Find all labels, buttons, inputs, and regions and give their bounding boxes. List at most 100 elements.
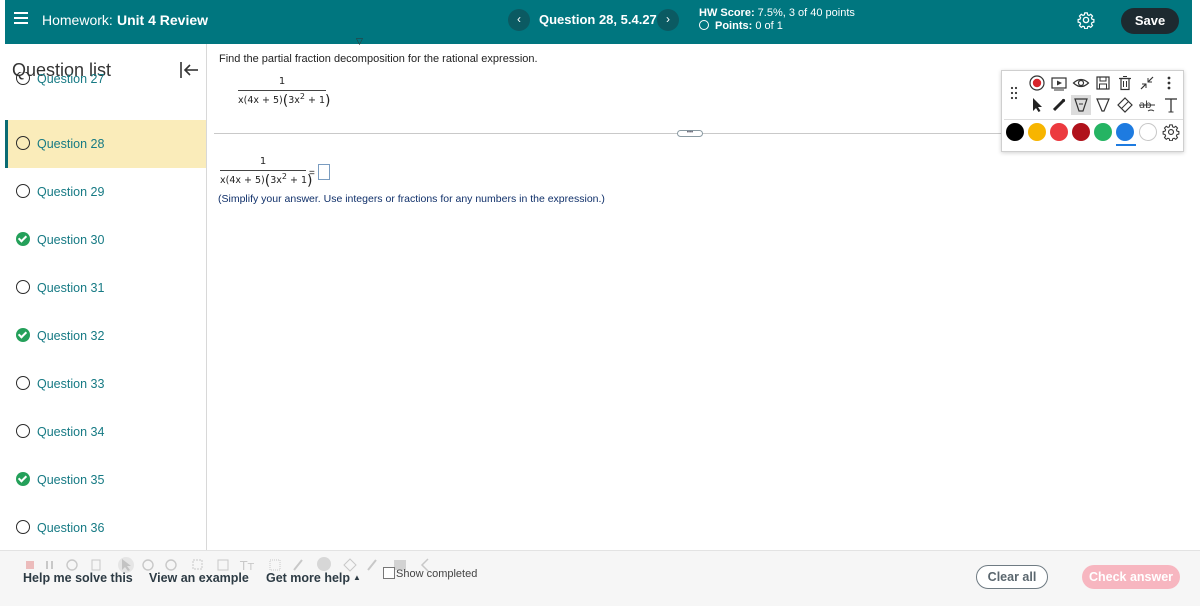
points-value: 0 of 1 <box>752 20 783 32</box>
question-label: Question 36 <box>37 521 105 535</box>
question-title[interactable]: Question 28, 5.4.27 <box>539 12 657 27</box>
play-video-icon[interactable] <box>1050 74 1068 92</box>
homework-title[interactable]: Unit 4 Review <box>117 12 208 28</box>
clear-all-button[interactable]: Clear all <box>976 565 1048 589</box>
incomplete-circle-icon <box>16 184 30 198</box>
question-label: Question 32 <box>37 329 105 343</box>
caret-up-icon: ▲ <box>353 573 361 582</box>
save-button[interactable]: Save <box>1121 8 1179 34</box>
hw-score: HW Score: 7.5%, 3 of 40 points <box>699 7 855 19</box>
color-swatch-blue[interactable] <box>1116 123 1134 141</box>
hamburger-menu-icon[interactable] <box>14 12 28 28</box>
hw-score-value: 7.5%, 3 of 40 points <box>754 7 855 19</box>
marker-icon[interactable] <box>1050 96 1068 114</box>
completed-check-icon <box>16 232 30 246</box>
color-swatch-green[interactable] <box>1094 123 1112 141</box>
show-completed-label: Show completed <box>396 568 478 580</box>
denominator-constant: + 1 <box>304 95 326 107</box>
question-label: Question 30 <box>37 233 105 247</box>
question-prompt: Find the partial fraction decomposition … <box>219 53 538 65</box>
show-completed-checkbox[interactable] <box>383 567 395 579</box>
completed-check-icon <box>16 472 30 486</box>
question-label: Question 31 <box>37 281 105 295</box>
color-swatch-dark-red[interactable] <box>1072 123 1090 141</box>
answer-hint: (Simplify your answer. Use integers or f… <box>218 193 605 205</box>
divider-drag-handle[interactable]: ••• <box>677 130 703 137</box>
drag-grip-icon[interactable] <box>1010 86 1018 100</box>
question-item-35[interactable]: Question 35 <box>5 456 206 504</box>
pane-divider <box>214 133 1004 134</box>
trash-icon[interactable] <box>1116 74 1134 92</box>
equals-sign: = <box>309 168 315 179</box>
right-paren: ) <box>325 93 331 110</box>
resize-arrow-icon[interactable]: ▽ <box>356 36 363 47</box>
question-item-28[interactable]: Question 28 <box>5 120 206 168</box>
help-me-solve-button[interactable]: Help me solve this <box>23 571 133 585</box>
denominator-quadratic-term: 3x <box>288 95 300 107</box>
eraser-icon[interactable] <box>1116 96 1134 114</box>
question-item-31[interactable]: Question 31 <box>5 264 206 312</box>
completed-check-icon <box>16 328 30 342</box>
question-item-34[interactable]: Question 34 <box>5 408 206 456</box>
incomplete-circle-icon <box>16 424 30 438</box>
answer-input[interactable] <box>318 164 330 180</box>
question-item-27[interactable]: Question 27 <box>5 72 206 102</box>
points-label: Points: <box>715 20 753 32</box>
top-bar: Homework: Unit 4 Review ‹ Question 28, 5… <box>5 0 1192 44</box>
collapse-arrows-icon[interactable] <box>1138 74 1156 92</box>
more-vertical-icon[interactable] <box>1162 74 1176 92</box>
hw-score-label: HW Score: <box>699 7 755 19</box>
question-item-36[interactable]: Question 36 <box>5 504 206 550</box>
settings-gear-icon[interactable] <box>1077 11 1095 29</box>
incomplete-circle-icon <box>16 136 30 150</box>
strikethrough-text-icon[interactable]: ab <box>1138 96 1156 114</box>
incomplete-circle-icon <box>16 520 30 534</box>
question-item-29[interactable]: Question 29 <box>5 168 206 216</box>
rational-expression: 1 x(4x + 5)(3x2 + 1) <box>238 76 338 116</box>
question-item-30[interactable]: Question 30 <box>5 216 206 264</box>
record-icon[interactable] <box>1028 74 1046 92</box>
annotation-toolbar: ab <box>1001 70 1184 152</box>
denominator-quadratic-term: 3x <box>270 175 282 187</box>
highlighter-icon[interactable] <box>1072 96 1090 114</box>
get-more-help-button[interactable]: Get more help ▲ <box>266 571 361 585</box>
eye-icon[interactable] <box>1072 74 1090 92</box>
points: Points: 0 of 1 <box>699 20 783 32</box>
color-swatch-yellow[interactable] <box>1028 123 1046 141</box>
selected-color-indicator <box>1116 144 1136 146</box>
denominator-linear-factor: x(4x + 5) <box>220 175 265 187</box>
expression-denominator: x(4x + 5)(3x2 + 1) <box>238 92 331 109</box>
question-label: Question 33 <box>37 377 105 391</box>
homework-prefix: Homework: <box>42 12 113 28</box>
question-item-33[interactable]: Question 33 <box>5 360 206 408</box>
question-label: Question 34 <box>37 425 105 439</box>
incomplete-circle-icon <box>16 72 30 85</box>
settings-gear-icon[interactable] <box>1162 123 1180 141</box>
bottom-action-bar: Tт Help me solve this View an example Ge… <box>0 550 1200 606</box>
denominator-linear-factor: x(4x + 5) <box>238 95 283 107</box>
get-more-help-label: Get more help <box>266 571 351 585</box>
expression-numerator: 1 <box>259 156 267 167</box>
text-icon[interactable] <box>1162 96 1180 114</box>
question-item-32[interactable]: Question 32 <box>5 312 206 360</box>
check-answer-button[interactable]: Check answer <box>1082 565 1180 589</box>
incomplete-circle-icon <box>16 280 30 294</box>
question-label: Question 29 <box>37 185 105 199</box>
expression-numerator: 1 <box>278 76 286 87</box>
pointer-icon[interactable] <box>1028 96 1046 114</box>
color-swatch-white[interactable] <box>1139 123 1157 141</box>
color-swatch-red[interactable] <box>1050 123 1068 141</box>
next-question-button[interactable]: › <box>657 9 679 31</box>
fraction-bar <box>238 90 326 91</box>
incomplete-circle-icon <box>16 376 30 390</box>
view-example-button[interactable]: View an example <box>149 571 249 585</box>
pen-icon[interactable] <box>1094 96 1112 114</box>
points-circle-icon <box>699 20 709 30</box>
save-icon[interactable] <box>1094 74 1112 92</box>
answer-expression: 1 x(4x + 5)(3x2 + 1) <box>220 156 320 196</box>
question-label: Question 35 <box>37 473 105 487</box>
color-swatch-black[interactable] <box>1006 123 1024 141</box>
show-completed-toggle[interactable]: Show completed <box>383 567 477 580</box>
previous-question-button[interactable]: ‹ <box>508 9 530 31</box>
toolbar-separator <box>1004 119 1183 120</box>
